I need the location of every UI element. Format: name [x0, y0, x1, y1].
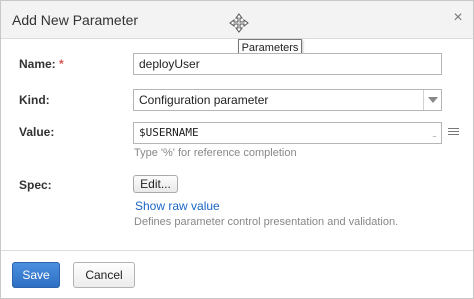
- list-icon[interactable]: [448, 128, 459, 137]
- resize-handle-icon[interactable]: [432, 130, 440, 142]
- close-icon[interactable]: ×: [450, 10, 466, 26]
- cancel-button[interactable]: Cancel: [73, 262, 135, 288]
- value-hint: Type '%' for reference completion: [134, 147, 297, 159]
- add-parameter-dialog: Add New Parameter × Parameters Name: * d…: [0, 0, 474, 299]
- move-icon[interactable]: [229, 13, 249, 33]
- dialog-titlebar[interactable]: Add New Parameter ×: [1, 1, 473, 39]
- dialog-title: Add New Parameter: [12, 12, 139, 28]
- chevron-down-icon[interactable]: [423, 90, 441, 110]
- required-mark: *: [59, 57, 64, 71]
- name-input[interactable]: deployUser: [133, 53, 442, 75]
- value-label: Value:: [19, 125, 55, 139]
- name-label-text: Name:: [19, 57, 56, 71]
- kind-label: Kind:: [19, 93, 50, 107]
- kind-selected-value: Configuration parameter: [139, 93, 269, 107]
- dialog-footer: Save Cancel: [1, 250, 473, 298]
- name-label: Name: *: [19, 57, 64, 71]
- edit-spec-button[interactable]: Edit...: [133, 175, 178, 193]
- save-button[interactable]: Save: [12, 262, 60, 288]
- kind-select[interactable]: Configuration parameter: [133, 89, 442, 111]
- spec-description: Defines parameter control presentation a…: [134, 216, 399, 228]
- value-input[interactable]: $USERNAME: [133, 122, 442, 144]
- show-raw-value-link[interactable]: Show raw value: [135, 199, 220, 213]
- spec-label: Spec:: [19, 178, 52, 192]
